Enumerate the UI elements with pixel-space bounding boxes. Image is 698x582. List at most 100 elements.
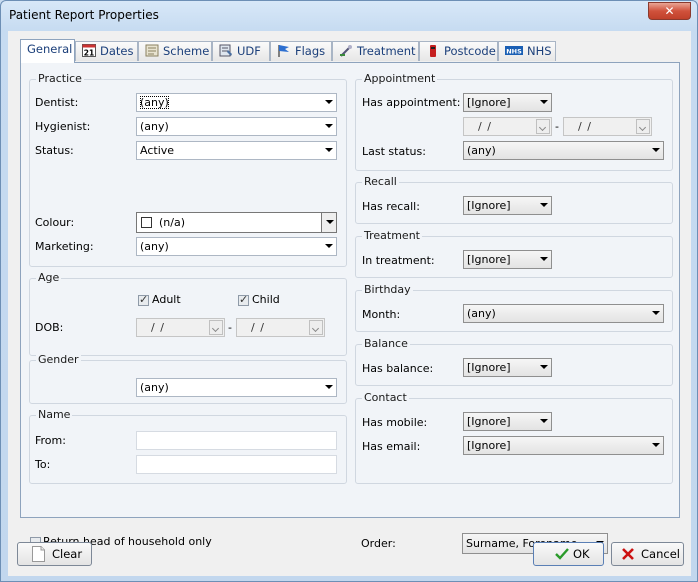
hygienist-select[interactable]: (any) (136, 117, 337, 136)
in-treatment-select[interactable]: [Ignore] (463, 250, 552, 269)
has-balance-select[interactable]: [Ignore] (463, 358, 552, 377)
chevron-down-icon (325, 148, 333, 152)
balance-group: Balance Has balance: [Ignore] (355, 337, 673, 386)
hygienist-label: Hygienist: (35, 120, 91, 133)
close-button[interactable]: ✕ (648, 2, 691, 20)
marketing-label: Marketing: (35, 240, 94, 253)
birthday-group: Birthday Month: (any) (355, 283, 673, 332)
marketing-select[interactable]: (any) (136, 237, 337, 256)
tab-dates[interactable]: 21 Dates (75, 41, 138, 61)
name-to-label: To: (35, 458, 51, 471)
name-from-label: From: (35, 434, 66, 447)
flag-icon (278, 45, 289, 57)
name-from-input[interactable] (136, 431, 337, 450)
dialog-window: Patient Report Properties ✕ General 21 Da… (0, 0, 698, 582)
birthday-group-title: Birthday (362, 283, 413, 296)
gender-select[interactable]: (any) (136, 378, 337, 397)
age-group-title: Age (36, 271, 62, 284)
tab-treatment[interactable]: Treatment (332, 41, 419, 61)
has-email-label: Has email: (362, 440, 421, 453)
close-icon: ✕ (664, 4, 675, 18)
has-recall-label: Has recall: (362, 200, 420, 213)
udf-icon (219, 44, 232, 57)
colour-swatch (141, 217, 152, 228)
chevron-down-icon[interactable] (209, 320, 223, 335)
tab-flags[interactable]: Flags (270, 41, 332, 61)
tab-general[interactable]: General (20, 39, 75, 63)
colour-label: Colour: (35, 216, 75, 229)
has-recall-select[interactable]: [Ignore] (463, 196, 552, 215)
colour-select[interactable]: (n/a) (136, 212, 337, 233)
gender-group: Gender (any) (29, 353, 347, 404)
dob-to-date[interactable]: / / (236, 318, 325, 337)
has-mobile-select[interactable]: [Ignore] (463, 412, 552, 431)
tab-scheme[interactable]: Scheme (138, 41, 212, 61)
dentist-select[interactable]: (any) (136, 93, 337, 112)
status-label: Status: (35, 144, 74, 157)
title-bar: Patient Report Properties ✕ (1, 1, 697, 31)
chevron-down-icon (325, 385, 333, 389)
svg-text:21: 21 (84, 49, 94, 58)
svg-text:NHS: NHS (506, 48, 522, 56)
in-treatment-label: In treatment: (362, 254, 435, 267)
chevron-down-icon (326, 220, 334, 224)
chevron-down-icon (325, 100, 333, 104)
window-title: Patient Report Properties (9, 8, 159, 22)
postcode-icon (430, 45, 436, 57)
recall-group: Recall Has recall: [Ignore] (355, 175, 673, 224)
appointment-from-date[interactable]: / / (463, 117, 552, 136)
general-tab-panel: Practice Dentist: (any) Hygienist: (any)… (20, 62, 680, 554)
last-status-select[interactable]: (any) (463, 141, 664, 160)
has-mobile-label: Has mobile: (362, 416, 428, 429)
treatment-group-title: Treatment (362, 229, 422, 242)
colour-dropdown-button[interactable] (321, 213, 336, 232)
contact-group-title: Contact (362, 391, 409, 404)
chevron-down-icon (325, 124, 333, 128)
adult-checkbox[interactable] (138, 293, 149, 306)
chevron-down-icon (325, 244, 333, 248)
adult-label: Adult (152, 293, 181, 306)
dob-from-date[interactable]: / / (136, 318, 225, 337)
has-email-select[interactable]: [Ignore] (463, 436, 664, 455)
chevron-down-icon (540, 419, 548, 423)
chevron-down-icon (652, 148, 660, 152)
gender-group-title: Gender (36, 353, 81, 366)
chevron-down-icon (540, 100, 548, 104)
scheme-icon (145, 44, 159, 57)
child-checkbox[interactable] (238, 293, 249, 306)
appointment-to-date[interactable]: / / (563, 117, 652, 136)
order-label: Order: (361, 537, 396, 550)
treatment-icon (340, 45, 352, 57)
name-group: Name From: To: (29, 408, 347, 484)
appointment-group-title: Appointment (362, 72, 438, 85)
birthday-month-label: Month: (362, 308, 401, 321)
chevron-down-icon (652, 311, 660, 315)
chevron-down-icon (652, 443, 660, 447)
birthday-month-select[interactable]: (any) (463, 304, 664, 323)
chevron-down-icon (540, 365, 548, 369)
tab-nhs[interactable]: NHS NHS (498, 41, 556, 61)
has-appointment-label: Has appointment: (362, 96, 461, 109)
name-to-input[interactable] (136, 455, 337, 474)
chevron-down-icon[interactable] (309, 320, 323, 335)
appointment-range-separator: - (555, 120, 559, 133)
clear-button[interactable]: Clear (17, 542, 92, 566)
appointment-group: Appointment Has appointment: [Ignore] / … (355, 72, 673, 171)
ok-button[interactable]: OK (533, 542, 604, 566)
chevron-down-icon[interactable] (536, 119, 550, 134)
dialog-client: General 21 Dates Scheme UDF Flags Treatme… (8, 31, 691, 576)
cancel-button[interactable]: Cancel (611, 542, 684, 566)
contact-group: Contact Has mobile: [Ignore] Has email: … (355, 391, 673, 484)
tab-udf[interactable]: UDF (212, 41, 270, 61)
chevron-down-icon[interactable] (636, 119, 650, 134)
chevron-down-icon (540, 203, 548, 207)
dentist-label: Dentist: (35, 96, 79, 109)
tab-postcode[interactable]: Postcode (419, 41, 498, 61)
check-icon (555, 548, 569, 560)
name-group-title: Name (36, 408, 73, 421)
has-appointment-select[interactable]: [Ignore] (463, 93, 552, 112)
dob-label: DOB: (35, 321, 64, 334)
status-select[interactable]: Active (136, 141, 337, 160)
has-balance-label: Has balance: (362, 362, 434, 375)
practice-group: Practice Dentist: (any) Hygienist: (any)… (29, 72, 347, 267)
